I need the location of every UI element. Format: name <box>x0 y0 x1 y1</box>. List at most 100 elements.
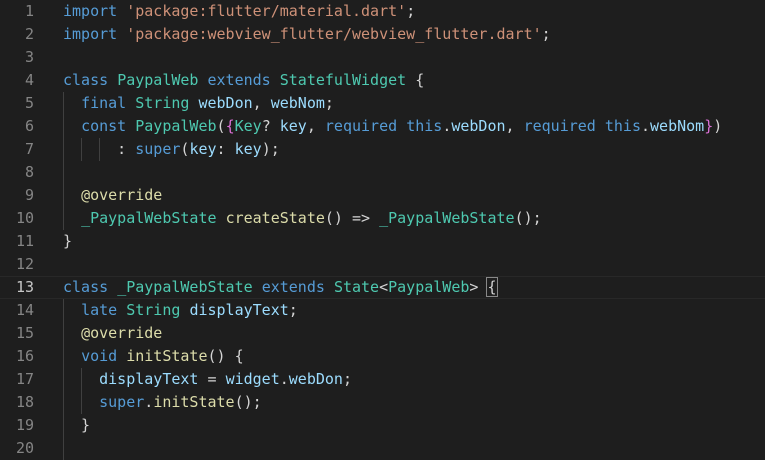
code-token: 'package:flutter/material.dart' <box>126 2 407 20</box>
code-text: _PaypalWebState createState() => _Paypal… <box>63 207 765 230</box>
code-text: import 'package:flutter/material.dart'; <box>63 0 765 23</box>
code-text: const PaypalWeb({Key? key, required this… <box>63 115 765 138</box>
code-line[interactable]: 9 @override <box>0 184 765 207</box>
line-number: 7 <box>24 140 34 158</box>
code-text: class _PaypalWebState extends State<Payp… <box>63 277 765 298</box>
line-number: 1 <box>24 2 34 20</box>
code-token: } <box>63 416 91 434</box>
code-line[interactable]: 3 <box>0 46 765 69</box>
code-token: webDon <box>288 370 343 388</box>
code-line[interactable]: 10 _PaypalWebState createState() => _Pay… <box>0 207 765 230</box>
code-token: class <box>63 71 109 89</box>
code-line[interactable]: 15 @override <box>0 322 765 345</box>
code-token: () { <box>207 347 244 365</box>
indent-guide <box>81 138 82 161</box>
code-token: (); <box>514 209 542 227</box>
code-token: void <box>81 347 118 365</box>
code-text: final String webDon, webNom; <box>63 92 765 115</box>
code-token: createState <box>225 209 325 227</box>
line-number: 17 <box>15 370 34 388</box>
line-number: 9 <box>24 186 34 204</box>
code-line[interactable]: 13 class _PaypalWebState extends State<Pa… <box>0 276 765 299</box>
code-line[interactable]: 16 void initState() { <box>0 345 765 368</box>
code-token: ; <box>342 370 352 388</box>
code-line[interactable]: 1 import 'package:flutter/material.dart'; <box>0 0 765 23</box>
code-token: { <box>225 117 235 135</box>
line-number: 11 <box>15 232 34 250</box>
code-token: webDon <box>451 117 506 135</box>
code-token: extends <box>261 278 325 296</box>
code-token: ; <box>406 2 416 20</box>
code-token: const <box>81 117 127 135</box>
code-token: ; <box>324 94 334 112</box>
line-number: 19 <box>15 416 34 434</box>
code-token: > <box>469 278 488 296</box>
code-token: () => <box>324 209 380 227</box>
code-line[interactable]: 19 } <box>0 414 765 437</box>
code-token: } <box>704 117 714 135</box>
code-line[interactable]: 17 displayText = widget.webDon; <box>0 368 765 391</box>
code-editor[interactable]: 1 import 'package:flutter/material.dart';… <box>0 0 765 460</box>
code-token: PaypalWeb <box>135 117 217 135</box>
code-token: required <box>324 117 398 135</box>
code-text: void initState() { <box>63 345 765 368</box>
code-token: = <box>198 370 226 388</box>
code-line[interactable]: 7 : super(key: key); <box>0 138 765 161</box>
code-line[interactable]: 4 class PaypalWeb extends StatefulWidget … <box>0 69 765 92</box>
code-text: class PaypalWeb extends StatefulWidget { <box>63 69 765 92</box>
indent-guide <box>63 299 64 460</box>
code-token: . <box>442 117 452 135</box>
code-text: @override <box>63 184 765 207</box>
code-token: : <box>216 140 235 158</box>
code-line[interactable]: 12 <box>0 253 765 276</box>
code-text: : super(key: key); <box>63 138 765 161</box>
code-token: ? <box>261 117 280 135</box>
code-token: super <box>99 393 145 411</box>
code-token: initState <box>126 347 208 365</box>
code-text: super.initState(); <box>63 391 765 414</box>
code-token: super <box>135 140 181 158</box>
line-number: 12 <box>15 255 34 273</box>
code-line[interactable]: 18 super.initState(); <box>0 391 765 414</box>
code-line[interactable]: 2 import 'package:webview_flutter/webview… <box>0 23 765 46</box>
code-token: , <box>505 117 524 135</box>
code-token: , <box>252 94 271 112</box>
code-token: Key <box>234 117 262 135</box>
code-line[interactable]: 14 late String displayText; <box>0 299 765 322</box>
code-line[interactable]: 11} <box>0 230 765 253</box>
code-text: @override <box>63 322 765 345</box>
code-token: ; <box>288 301 298 319</box>
code-token: @override <box>81 186 163 204</box>
code-line[interactable]: 5 final String webDon, webNom; <box>0 92 765 115</box>
code-token: . <box>279 370 289 388</box>
code-token: State <box>333 278 380 296</box>
code-token: _PaypalWebState <box>117 278 253 296</box>
code-token: StatefulWidget <box>279 71 407 89</box>
line-number: 4 <box>24 71 34 89</box>
code-token: widget <box>225 370 280 388</box>
code-text: displayText = widget.webDon; <box>63 368 765 391</box>
code-token: this <box>406 117 443 135</box>
indent-guide <box>81 368 82 414</box>
line-number: 13 <box>15 278 34 296</box>
code-line[interactable]: 8 <box>0 161 765 184</box>
code-line[interactable]: 6 const PaypalWeb({Key? key, required th… <box>0 115 765 138</box>
code-token: (); <box>234 393 262 411</box>
code-token: _PaypalWebState <box>81 209 217 227</box>
